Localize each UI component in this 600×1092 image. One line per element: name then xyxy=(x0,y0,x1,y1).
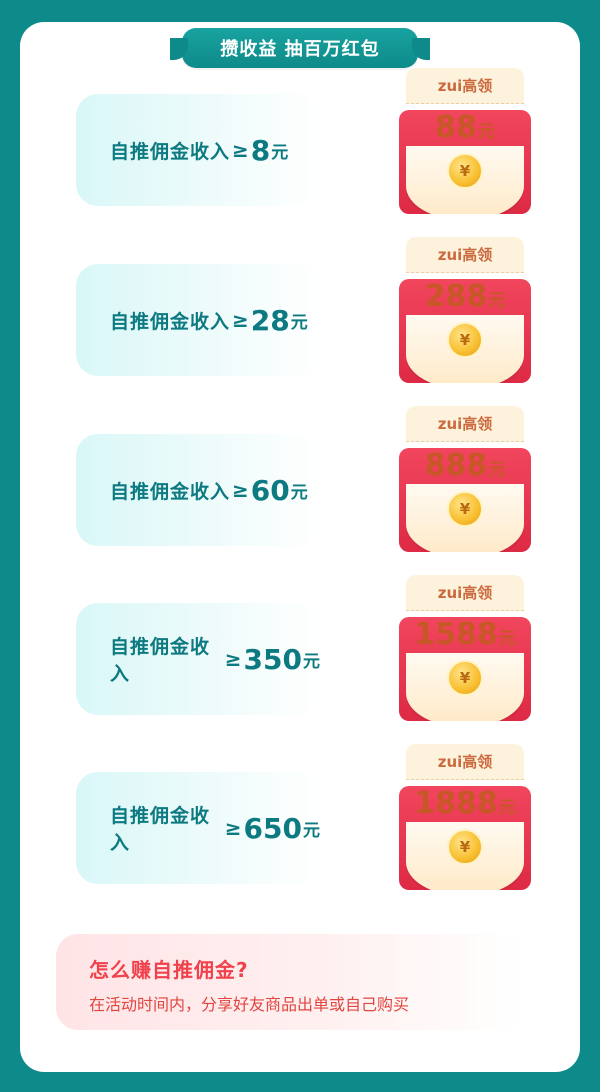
tier-row: 自推佣金收入 ≥ 60 元 xyxy=(76,434,320,546)
rewards-card: 攒收益 抽百万红包 自推佣金收入 ≥ 8 元 zui高领 88元 ¥ 自推佣金收… xyxy=(20,22,580,1072)
tier-label: 自推佣金收入 xyxy=(110,310,231,333)
tier-amount: 650 xyxy=(243,811,302,845)
red-envelope[interactable]: zui高领 88元 ¥ xyxy=(399,68,531,214)
reward-unit: 元 xyxy=(488,460,506,480)
red-envelope[interactable]: zui高领 888元 ¥ xyxy=(399,406,531,552)
ge-symbol: ≥ xyxy=(224,816,242,840)
reward-tag: zui高领 xyxy=(406,744,524,780)
tier-row: 自推佣金收入 ≥ 8 元 xyxy=(76,94,320,206)
reward-number: 1588 xyxy=(414,617,498,652)
tier-amount: 350 xyxy=(243,642,302,676)
tier-row: 自推佣金收入 ≥ 28 元 xyxy=(76,264,320,376)
tier-unit: 元 xyxy=(290,312,308,333)
howto-panel: 怎么赚自推佣金? 在活动时间内，分享好友商品出单或自己购买 xyxy=(56,934,526,1030)
yuan-coin-icon: ¥ xyxy=(447,660,483,696)
tier-unit: 元 xyxy=(271,142,289,163)
page: 攒收益 抽百万红包 自推佣金收入 ≥ 8 元 zui高领 88元 ¥ 自推佣金收… xyxy=(0,0,600,1092)
reward-tag: zui高领 xyxy=(406,406,524,442)
tier-amount: 60 xyxy=(250,473,290,507)
header-title: 攒收益 抽百万红包 xyxy=(170,28,430,68)
ge-symbol: ≥ xyxy=(232,308,249,332)
reward-value: 1888元 xyxy=(399,786,531,821)
reward-unit: 元 xyxy=(498,629,516,649)
red-envelope[interactable]: zui高领 1588元 ¥ xyxy=(399,575,531,721)
ge-symbol: ≥ xyxy=(232,478,249,502)
tier-amount: 28 xyxy=(250,303,290,337)
howto-title: 怎么赚自推佣金? xyxy=(89,958,249,982)
reward-unit: 元 xyxy=(488,291,506,311)
reward-tag: zui高领 xyxy=(406,575,524,611)
reward-value: 288元 xyxy=(399,279,531,314)
reward-number: 888 xyxy=(424,448,488,483)
reward-number: 1888 xyxy=(414,786,498,821)
yuan-coin-icon: ¥ xyxy=(447,491,483,527)
reward-unit: 元 xyxy=(498,798,516,818)
yuan-coin-icon: ¥ xyxy=(447,153,483,189)
red-envelope[interactable]: zui高领 1888元 ¥ xyxy=(399,744,531,890)
reward-tag: zui高领 xyxy=(406,68,524,104)
ge-symbol: ≥ xyxy=(224,647,242,671)
tier-unit: 元 xyxy=(303,820,320,841)
tier-unit: 元 xyxy=(290,482,308,503)
tier-label: 自推佣金收入 xyxy=(110,636,211,685)
tier-row: 自推佣金收入 ≥ 650 元 xyxy=(76,772,320,884)
tier-unit: 元 xyxy=(303,651,320,672)
reward-unit: 元 xyxy=(477,122,495,142)
yuan-coin-icon: ¥ xyxy=(447,829,483,865)
yuan-coin-icon: ¥ xyxy=(447,322,483,358)
tier-row: 自推佣金收入 ≥ 350 元 xyxy=(76,603,320,715)
reward-value: 88元 xyxy=(399,110,531,145)
reward-tag: zui高领 xyxy=(406,237,524,273)
reward-value: 1588元 xyxy=(399,617,531,652)
tier-label: 自推佣金收入 xyxy=(110,140,231,163)
ge-symbol: ≥ xyxy=(232,138,249,162)
howto-description: 在活动时间内，分享好友商品出单或自己购买 xyxy=(89,995,410,1014)
tier-label: 自推佣金收入 xyxy=(110,805,211,854)
reward-number: 288 xyxy=(424,279,488,314)
tier-amount: 8 xyxy=(250,133,271,167)
red-envelope[interactable]: zui高领 288元 ¥ xyxy=(399,237,531,383)
tier-label: 自推佣金收入 xyxy=(110,480,231,503)
reward-value: 888元 xyxy=(399,448,531,483)
reward-number: 88 xyxy=(435,110,477,145)
